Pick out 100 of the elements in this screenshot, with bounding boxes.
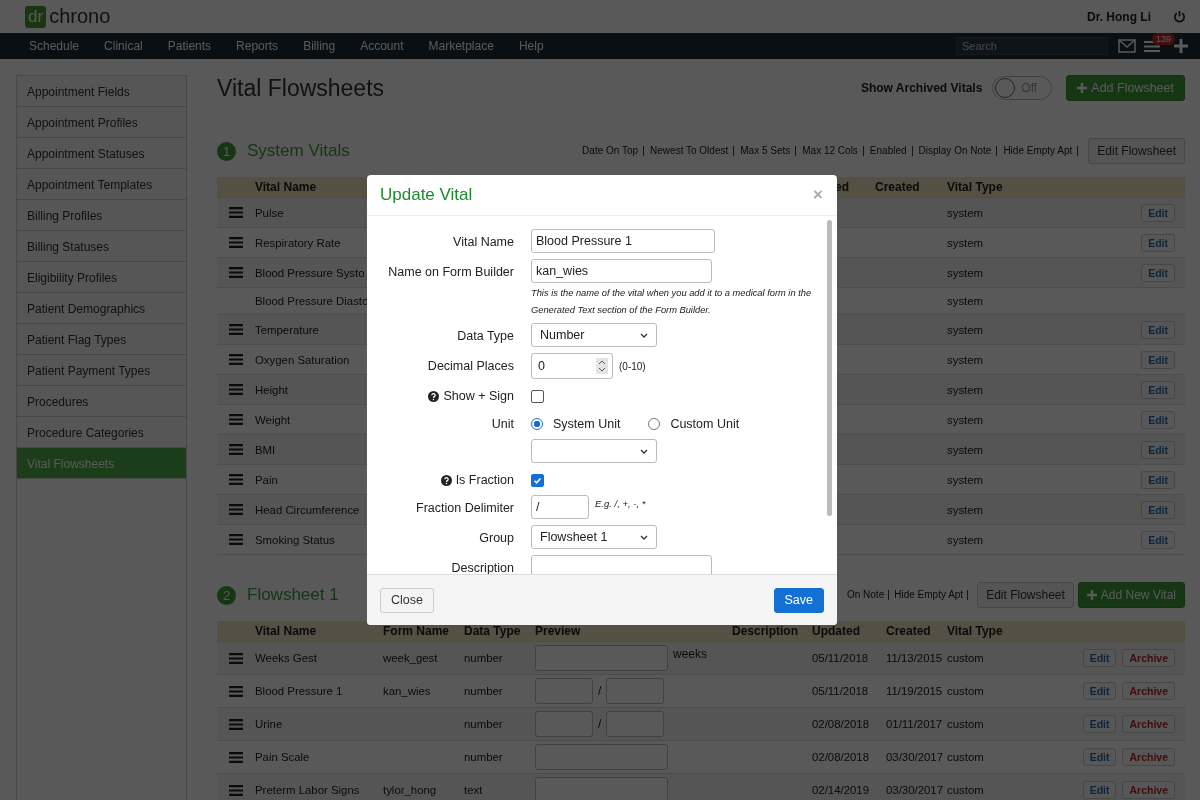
drag-handle-icon[interactable] [229, 207, 243, 218]
delimiter-label: / [598, 684, 602, 698]
nav-item[interactable]: Marketplace [428, 39, 494, 53]
edit-button[interactable]: Edit [1082, 682, 1117, 700]
preview-input[interactable] [535, 678, 593, 704]
table-cell: custom [947, 718, 984, 730]
drag-handle-icon[interactable] [229, 237, 243, 248]
plus-icon [1077, 83, 1088, 93]
field-label: Unit [491, 417, 514, 431]
checkbox[interactable] [531, 390, 544, 403]
drag-handle-icon[interactable] [229, 784, 243, 796]
table-cell: Weeks Gest [255, 652, 317, 664]
preview-input[interactable] [535, 645, 668, 671]
edit-button[interactable]: Edit [1082, 649, 1117, 667]
table-cell: system [947, 473, 984, 486]
help-icon[interactable] [440, 474, 452, 486]
edit-button[interactable]: Edit [1082, 748, 1117, 766]
edit-button[interactable]: Edit [1141, 320, 1175, 339]
edit-button[interactable]: Edit [1141, 500, 1175, 519]
drag-handle-icon[interactable] [229, 504, 243, 515]
nav-item[interactable]: Billing [303, 39, 336, 53]
help-text: This is the name of the vital when you add it to a medical form in the Generated Text section of the Form Builder. [531, 287, 813, 317]
drag-handle-icon[interactable] [229, 652, 243, 664]
close-button[interactable]: Close [380, 587, 434, 613]
select-field[interactable] [531, 439, 657, 463]
mail-icon[interactable] [1118, 39, 1136, 53]
edit-button[interactable]: Edit [1141, 380, 1175, 399]
table-cell: Pulse [255, 206, 284, 219]
edit-flowsheet-button[interactable]: Edit Flowsheet [977, 582, 1074, 608]
table-cell: system [947, 503, 984, 516]
edit-button[interactable]: Edit [1082, 781, 1117, 799]
table-cell: custom [947, 685, 984, 697]
column-header: Vital Type [947, 180, 1004, 194]
section-title: System Vitals [247, 141, 350, 161]
edit-flowsheet-button[interactable]: Edit Flowsheet [1088, 138, 1185, 164]
preview-input[interactable] [535, 711, 593, 737]
column-header: Vital Type [947, 624, 1004, 638]
power-icon[interactable] [1173, 10, 1186, 23]
close-button[interactable]: × [813, 185, 823, 205]
edit-button[interactable]: Edit [1141, 440, 1175, 459]
nav-item[interactable]: Reports [236, 39, 279, 53]
table-cell: Weight [255, 413, 291, 426]
drag-handle-icon[interactable] [229, 751, 243, 763]
drag-handle-icon[interactable] [229, 354, 243, 365]
archive-button[interactable]: Archive [1122, 781, 1175, 799]
drag-handle-icon[interactable] [229, 444, 243, 455]
drag-handle-icon[interactable] [229, 267, 243, 278]
drag-handle-icon[interactable] [229, 534, 243, 545]
table-cell: text [464, 784, 483, 796]
select-field[interactable]: Number [531, 323, 657, 347]
nav-item[interactable]: Help [518, 39, 544, 53]
field-label: Fraction Delimiter [416, 501, 514, 515]
plus-icon[interactable] [1174, 39, 1188, 53]
preview-input[interactable] [606, 678, 665, 704]
table-cell: 11/19/2015 [886, 685, 943, 697]
user-name[interactable]: Dr. Hong Li [1087, 9, 1151, 24]
table-cell: Smoking Status [255, 533, 335, 546]
nav-item[interactable]: Schedule [29, 39, 80, 53]
drag-handle-icon[interactable] [229, 414, 243, 425]
nav-item[interactable]: Clinical [104, 39, 143, 53]
archive-button[interactable]: Archive [1122, 649, 1175, 667]
nav-item[interactable]: Patients [167, 39, 212, 53]
table-cell: system [947, 295, 984, 307]
add-flowsheet-button[interactable]: Add Flowsheet [1066, 75, 1185, 101]
edit-button[interactable]: Edit [1141, 233, 1175, 252]
select-field[interactable]: Flowsheet 1 [531, 525, 657, 549]
help-icon[interactable] [428, 390, 440, 402]
edit-button[interactable]: Edit [1141, 410, 1175, 429]
add-vital-button[interactable]: Add New Vital [1077, 582, 1185, 608]
drag-handle-icon[interactable] [229, 384, 243, 395]
radio-button[interactable] [531, 418, 543, 430]
preview-input[interactable] [535, 744, 668, 770]
spinner-icon[interactable] [596, 358, 608, 374]
edit-button[interactable]: Edit [1141, 350, 1175, 369]
decimal-input[interactable]: 0 [531, 353, 613, 379]
nav-item[interactable]: Account [360, 39, 404, 53]
archive-button[interactable]: Archive [1122, 682, 1175, 700]
edit-button[interactable]: Edit [1141, 530, 1175, 549]
input-field[interactable]: / [531, 495, 589, 519]
input-field[interactable]: Blood Pressure 1 [531, 229, 715, 253]
drag-handle-icon[interactable] [229, 324, 243, 335]
archive-button[interactable]: Archive [1122, 748, 1175, 766]
drag-handle-icon[interactable] [229, 718, 243, 730]
drag-handle-icon[interactable] [229, 685, 243, 697]
preview-input[interactable] [606, 711, 665, 737]
edit-button[interactable]: Edit [1082, 715, 1117, 733]
checkbox[interactable] [531, 474, 544, 487]
archive-button[interactable]: Archive [1122, 715, 1175, 733]
table-cell: week_gest [383, 652, 438, 664]
range-note: (0-10) [619, 360, 646, 372]
edit-button[interactable]: Edit [1141, 263, 1175, 282]
edit-button[interactable]: Edit [1141, 470, 1175, 489]
drag-handle-icon[interactable] [229, 474, 243, 485]
flowsheet-setting: Newest To Oldest [650, 146, 735, 156]
column-header: Description [732, 624, 799, 638]
edit-button[interactable]: Edit [1141, 203, 1175, 222]
flowsheet-setting: Hide Empty Apt [894, 590, 969, 600]
input-field[interactable]: kan_wies [531, 259, 712, 283]
save-button[interactable]: Save [773, 587, 824, 613]
preview-input[interactable] [535, 777, 668, 800]
